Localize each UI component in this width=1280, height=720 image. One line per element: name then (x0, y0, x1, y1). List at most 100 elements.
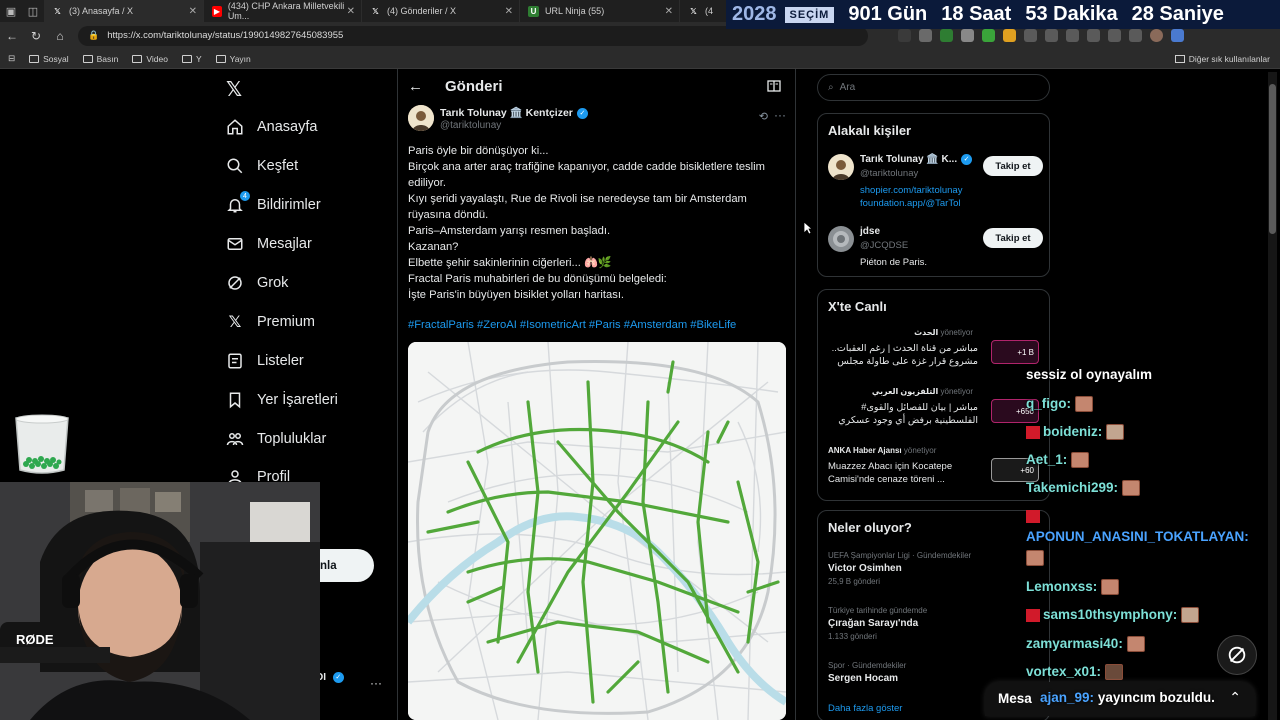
trend-name: Çırağan Sarayı'nda (828, 618, 919, 629)
extension-icon[interactable] (1045, 29, 1058, 42)
browser-tab[interactable]: ▶ (434) CHP Ankara Milletvekili Um... ✕ (204, 0, 362, 22)
home-icon[interactable]: ⌂ (48, 29, 72, 43)
trend-item[interactable]: UEFA Şampiyonlar Ligi · Gündemdekiler Vi… (828, 551, 1043, 586)
extension-icon[interactable] (1066, 29, 1079, 42)
live-item[interactable]: التلفزيون العربي yönetiyor مباشر | بيان … (828, 387, 1043, 439)
chat-title-text: sessiz ol oynayalım (1026, 367, 1153, 382)
person-bio-link[interactable]: foundation.app/@TarTol (860, 197, 961, 210)
sidebar-item-premium[interactable]: 𝕏 Premium (226, 313, 315, 331)
search-input[interactable]: ⌕ Ara (817, 74, 1050, 101)
bookmarks-icon[interactable]: ⊟ (8, 53, 15, 64)
reader-mode-icon[interactable] (767, 79, 781, 97)
back-arrow-icon[interactable]: ← (408, 78, 423, 95)
trend-item[interactable]: Türkiye tarihinde gündemde Çırağan Saray… (828, 606, 1043, 641)
live-source-name: التلفزيون العربي (871, 387, 939, 396)
extension-icon[interactable] (1003, 29, 1016, 42)
extension-icon[interactable] (898, 29, 911, 42)
home-icon (226, 118, 244, 136)
extension-icon[interactable] (982, 29, 995, 42)
workspaces-icon[interactable]: ▣ (0, 0, 22, 22)
tab-actions-icon[interactable]: ◫ (22, 0, 44, 22)
extension-icon[interactable] (1108, 29, 1121, 42)
browser-tab[interactable]: 𝕏 (4 (680, 0, 730, 22)
chat-username: Takemichi299: (1026, 480, 1119, 495)
hashtags[interactable]: #FractalParis #ZeroAI #IsometricArt #Par… (408, 319, 736, 331)
avatar[interactable] (828, 226, 854, 252)
scroll-thumb[interactable] (1269, 84, 1276, 234)
sidebar-item-notifications[interactable]: 4 Bildirimler (226, 191, 321, 214)
tab-title: (4 (705, 6, 714, 16)
bookmark-folder-y[interactable]: Y (181, 54, 202, 64)
chevron-up-icon[interactable]: ⌃ (1229, 689, 1241, 706)
extension-icon[interactable] (940, 29, 953, 42)
browser-tab[interactable]: 𝕏 (4) Gönderiler / X ✕ (362, 0, 520, 22)
live-item[interactable]: ANKA Haber Ajansı yönetiyor Muazzez Abac… (828, 446, 1043, 498)
show-more-link[interactable]: Daha fazla göster (828, 703, 902, 714)
sidebar-item-messages[interactable]: Mesajlar (226, 235, 312, 253)
scrollbar[interactable] (1268, 72, 1277, 720)
follow-button[interactable]: Takip et (983, 156, 1043, 176)
person-card[interactable]: jdse @JCQDSE Piéton de Paris. Takip et (828, 226, 1043, 270)
person-name[interactable]: Tarık Tolunay 🏛️ K... ✓ (860, 154, 973, 165)
chat-username: ajan_99: (1040, 690, 1095, 705)
sidebar-item-home[interactable]: Anasayfa (226, 118, 317, 136)
reload-icon[interactable]: ↻ (24, 29, 48, 43)
main-header: ← Gönderi (398, 69, 797, 105)
bookmark-folder-basin[interactable]: Basın (82, 54, 118, 64)
bookmark-folder-video[interactable]: Video (132, 54, 168, 64)
emote-icon (1106, 424, 1125, 441)
live-viewer-count: +1 B (1017, 347, 1034, 357)
emote-icon (1122, 480, 1141, 497)
live-thumbnail[interactable]: +1 B (991, 340, 1039, 364)
avatar[interactable] (408, 105, 434, 131)
sidebar-item-grok[interactable]: Grok (226, 274, 288, 292)
back-icon[interactable]: ← (0, 29, 24, 43)
sidebar-item-bookmarks[interactable]: Yer İşaretleri (226, 391, 338, 409)
extension-icon[interactable] (1087, 29, 1100, 42)
close-icon[interactable]: ✕ (189, 6, 197, 17)
author-handle[interactable]: @tariktolunay (440, 120, 501, 131)
follow-button[interactable]: Takip et (983, 228, 1043, 248)
live-item[interactable]: الحدث yönetiyor مباشر من قناة الحدث | رغ… (828, 328, 1043, 380)
close-icon[interactable]: ✕ (665, 6, 673, 17)
more-options-icon[interactable]: ··· (774, 108, 786, 122)
sidebar-item-communities[interactable]: Topluluklar (226, 430, 326, 448)
tweet-line: Paris–Amsterdam yarışı resmen başladı. (408, 225, 611, 237)
x-logo-icon[interactable]: 𝕏 (226, 77, 242, 102)
grok-floating-icon[interactable] (1217, 635, 1257, 675)
bookmark-folder-sosyal[interactable]: Sosyal (29, 54, 69, 64)
close-icon[interactable]: ✕ (505, 6, 513, 17)
bookmark-folder-yayin[interactable]: Yayın (215, 54, 251, 64)
grok-explain-icon[interactable]: ⟲ (759, 110, 768, 123)
countdown-tag: SEÇİM (784, 6, 835, 23)
live-source-name: ANKA Haber Ajansı (828, 446, 902, 455)
account-switcher[interactable]: DI ✓ (316, 672, 344, 683)
countdown-days: 901 Gün (848, 3, 928, 25)
chat-message: Lemonxss: (1026, 579, 1120, 596)
sidebar-item-lists[interactable]: Listeler (226, 352, 304, 370)
paris-bike-map-image[interactable] (408, 342, 786, 720)
avatar[interactable] (828, 154, 854, 180)
person-card[interactable]: Tarık Tolunay 🏛️ K... ✓ @tariktolunay sho… (828, 154, 1043, 214)
close-icon[interactable]: ✕ (347, 6, 355, 17)
edge-copilot-icon[interactable] (1171, 29, 1184, 42)
browser-tab[interactable]: 𝕏 (3) Anasayfa / X ✕ (44, 0, 204, 22)
chat-message: APONUN_ANASINI_TOKATLAYAN: (1026, 529, 1249, 544)
other-bookmarks[interactable]: Diğer sık kullanılanlar (1174, 54, 1270, 64)
person-bio-link[interactable]: shopier.com/tariktolunay (860, 184, 962, 197)
extension-icon[interactable] (1129, 29, 1142, 42)
profile-avatar-icon[interactable] (1150, 29, 1163, 42)
extension-icon[interactable] (1024, 29, 1037, 42)
more-icon[interactable]: ··· (370, 676, 382, 690)
browser-tab[interactable]: U URL Ninja (55) ✕ (520, 0, 680, 22)
countdown-seconds: 28 Saniye (1131, 3, 1224, 25)
trend-item[interactable]: Spor · Gündemdekiler Sergen Hocam (828, 661, 1043, 684)
live-source-status: yönetiyor (903, 446, 937, 455)
extension-icon[interactable] (919, 29, 932, 42)
trend-category: Türkiye tarihinde gündemde (828, 606, 928, 615)
sidebar-item-explore[interactable]: Keşfet (226, 157, 298, 175)
author-name[interactable]: Tarık Tolunay 🏛️ Kentçizer ✓ (440, 106, 588, 119)
extension-icon[interactable] (961, 29, 974, 42)
emote-icon (1126, 636, 1145, 653)
person-name[interactable]: jdse (860, 226, 880, 237)
